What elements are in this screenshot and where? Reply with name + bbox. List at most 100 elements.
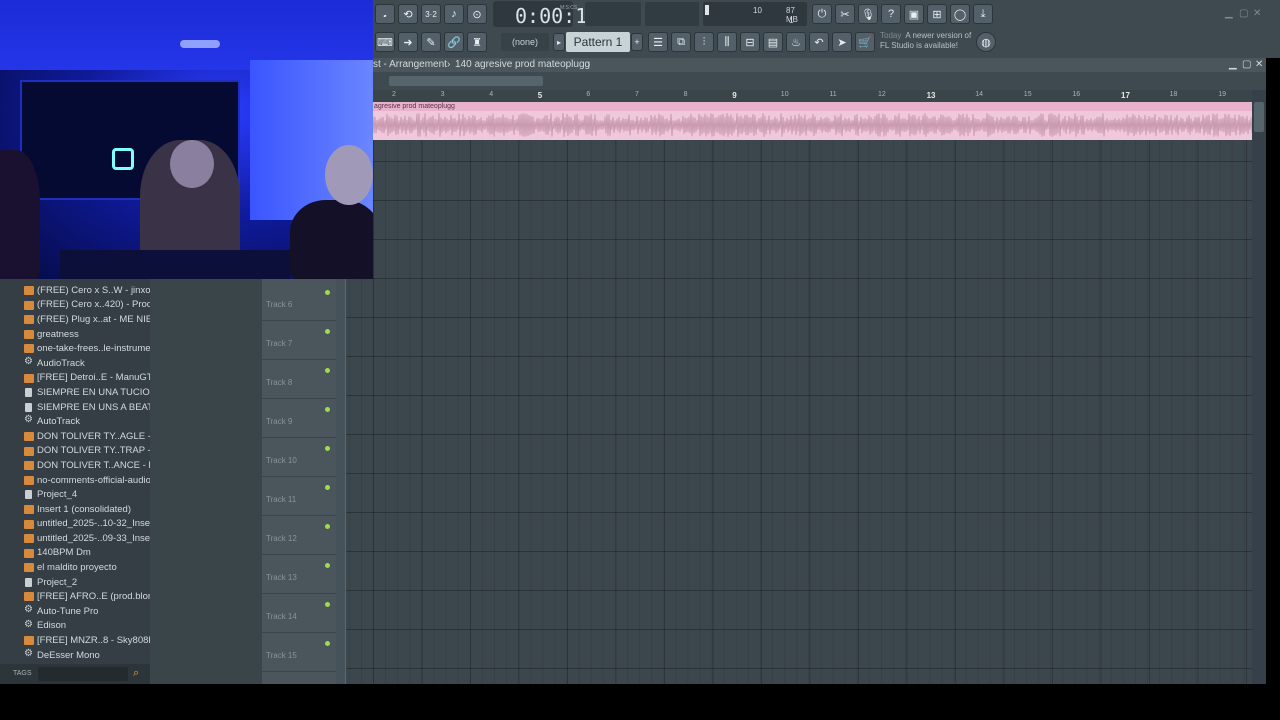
browser-item-label: Auto-Tune Pro	[37, 605, 99, 617]
track-mute-led[interactable]	[325, 329, 330, 334]
playlist-title-bar[interactable]: st - Arrangement › 140 agresive prod mat…	[373, 58, 1266, 72]
browser-item[interactable]: (FREE) Cero x S..W - jinxobeatz	[0, 283, 174, 298]
browser-item[interactable]: ⚙ Auto-Tune Pro	[0, 604, 150, 619]
track-header[interactable]: Track 13	[262, 555, 336, 594]
browser-item[interactable]: ⚙ DeEsser Mono	[0, 648, 150, 663]
link-icon[interactable]: 🔗	[444, 32, 464, 52]
browser-item[interactable]: ⚙ Edison	[0, 619, 150, 634]
browser-item[interactable]: [FREE] MNZR..8 - Sky808Beats	[0, 633, 173, 648]
track-mute-led[interactable]	[325, 602, 330, 607]
browser-item[interactable]: one-take-frees..le-instrumental	[0, 341, 166, 356]
touch-icon[interactable]: ♨	[786, 32, 806, 52]
help-icon[interactable]: ?	[881, 4, 901, 24]
webcam-desk	[60, 250, 290, 279]
pattern-selector[interactable]: Pattern 1	[566, 32, 630, 52]
tags-search-input[interactable]	[38, 667, 128, 681]
plugin-picker-icon[interactable]: ▤	[763, 32, 783, 52]
update-globe-icon[interactable]: ◍	[976, 32, 996, 52]
track-mute-led[interactable]	[325, 446, 330, 451]
browser-item[interactable]: no-comments-official-audio	[0, 473, 151, 488]
track-header[interactable]: Track 9	[262, 399, 336, 438]
browser-item[interactable]: greatness	[0, 327, 150, 342]
loop-record-icon[interactable]: ⟲	[398, 4, 418, 24]
track-mute-led[interactable]	[325, 524, 330, 529]
chat-icon[interactable]: ◯	[950, 4, 970, 24]
track-mute-led[interactable]	[325, 407, 330, 412]
track-mute-led[interactable]	[325, 485, 330, 490]
snap-selector[interactable]: (none)	[501, 33, 549, 51]
browser-item[interactable]: untitled_2025-..10-32_Insert 1	[0, 517, 164, 532]
browser-item[interactable]: SIEMPRE EN UNS A BEAT TUCIO	[0, 400, 185, 415]
minimize-icon[interactable]: ▁	[1225, 8, 1233, 19]
browser-item[interactable]: (FREE) Plug x..at - ME NIEGAS	[0, 312, 172, 327]
pattern-add-icon[interactable]: +	[631, 33, 643, 51]
track-header[interactable]: Track 8	[262, 360, 336, 399]
save-icon[interactable]: ▣	[904, 4, 924, 24]
channel-rack-icon[interactable]: ⧉	[671, 32, 691, 52]
browser-icon[interactable]: ⊟	[740, 32, 760, 52]
playlist-pattern-name[interactable]: 140 agresive prod mateoplugg	[455, 59, 590, 70]
metronome-icon[interactable]: 𝅘	[375, 4, 395, 24]
stamp-icon[interactable]: ♜	[467, 32, 487, 52]
browser-item[interactable]: Insert 1 (consolidated)	[0, 502, 150, 517]
browser-item[interactable]: 140BPM Dm	[0, 546, 150, 561]
countdown-icon[interactable]: 3·2	[421, 4, 441, 24]
browser-item[interactable]: Project_2	[0, 575, 150, 590]
timeline-ruler[interactable]: 2 3 4 5 6 7 8 9 10 11 12 13 14 15 16 17 18 19	[373, 90, 1252, 102]
step-edit-icon[interactable]: ⊙	[467, 4, 487, 24]
browser-item[interactable]: ⚙ AutoTrack	[0, 414, 150, 429]
browser-item[interactable]: SIEMPRE EN UNA TUCIO	[0, 385, 150, 400]
project-info-icon[interactable]: ➤	[832, 32, 852, 52]
search-icon[interactable]: ⌕	[133, 667, 146, 680]
track-mute-led[interactable]	[325, 290, 330, 295]
track-header[interactable]: Track 15	[262, 633, 336, 672]
vertical-scroll-thumb[interactable]	[1254, 102, 1264, 132]
mixer-icon[interactable]: ⫶	[694, 32, 714, 52]
keyboard-icon[interactable]: ⌨	[375, 32, 395, 52]
track-header[interactable]: Track 11	[262, 477, 336, 516]
track-mute-led[interactable]	[325, 641, 330, 646]
plugin-icon[interactable]: ⊞	[927, 4, 947, 24]
playlist-close-icon[interactable]: ✕	[1255, 59, 1263, 70]
pattern-prev-icon[interactable]: ▸	[553, 33, 565, 51]
browser-item[interactable]: Project_4	[0, 487, 150, 502]
browser-item[interactable]: [FREE] Detroi..E - ManuGTB (1)	[0, 371, 173, 386]
cut-icon[interactable]: ✂	[835, 4, 855, 24]
track-header[interactable]: Track 12	[262, 516, 336, 555]
browser-item[interactable]: DON TOLIVER TY..TRAP - PERE II	[0, 444, 187, 459]
hint-panel[interactable]: Today A newer version of FL Studio is ava…	[880, 31, 980, 51]
refresh-icon[interactable]: ⏻	[812, 4, 832, 24]
track-header[interactable]: Track 10	[262, 438, 336, 477]
audio-clip[interactable]: agresive prod mateoplugg	[373, 102, 1252, 140]
playlist-grid[interactable]	[336, 140, 1252, 684]
track-mute-led[interactable]	[325, 368, 330, 373]
track-mute-led[interactable]	[325, 563, 330, 568]
track-header[interactable]: Track 6	[262, 282, 336, 321]
browser-item[interactable]: ⚙ AudioTrack	[0, 356, 150, 371]
mic-icon[interactable]: 🎙	[858, 4, 878, 24]
cpu-memory-meter[interactable]: 10 87 MB 1	[703, 2, 807, 26]
track-header[interactable]: Track 14	[262, 594, 336, 633]
maximize-icon[interactable]: ▢	[1239, 8, 1248, 19]
cart-icon[interactable]: 🛒	[855, 32, 875, 52]
playlist-maximize-icon[interactable]: ▢	[1242, 59, 1251, 70]
arrow-right-icon[interactable]: ➜	[398, 32, 418, 52]
browser-item[interactable]: untitled_2025-..09-33_Insert 1	[0, 531, 164, 546]
playlist-icon[interactable]: ☰	[648, 32, 668, 52]
playlist-minimize-icon[interactable]: ▁	[1229, 59, 1237, 70]
download-icon[interactable]: ⤓	[973, 4, 993, 24]
horizontal-scrollbar[interactable]	[389, 76, 543, 86]
blend-notes-icon[interactable]: ♪	[444, 4, 464, 24]
browser-item[interactable]: [FREE] AFRO..E (prod.blonddd)	[0, 589, 172, 604]
track-header[interactable]: Track 7	[262, 321, 336, 360]
browser-item[interactable]: DON TOLIVER TY..AGLE - PERE II	[0, 429, 187, 444]
browser-item[interactable]: DON TOLIVER T..ANCE - PERE II	[0, 458, 182, 473]
close-icon[interactable]: ✕	[1253, 8, 1261, 19]
song-time-display[interactable]: 0:00:11 M:S:CS	[493, 1, 599, 28]
browser-item[interactable]: el maldito proyecto	[0, 560, 150, 575]
piano-roll-icon[interactable]: ⫼	[717, 32, 737, 52]
browser-item[interactable]: (FREE) Cero x..420) - Prod420	[0, 298, 168, 313]
vertical-scrollbar[interactable]	[1252, 90, 1266, 684]
undo-icon[interactable]: ↶	[809, 32, 829, 52]
pencil-icon[interactable]: ✎	[421, 32, 441, 52]
